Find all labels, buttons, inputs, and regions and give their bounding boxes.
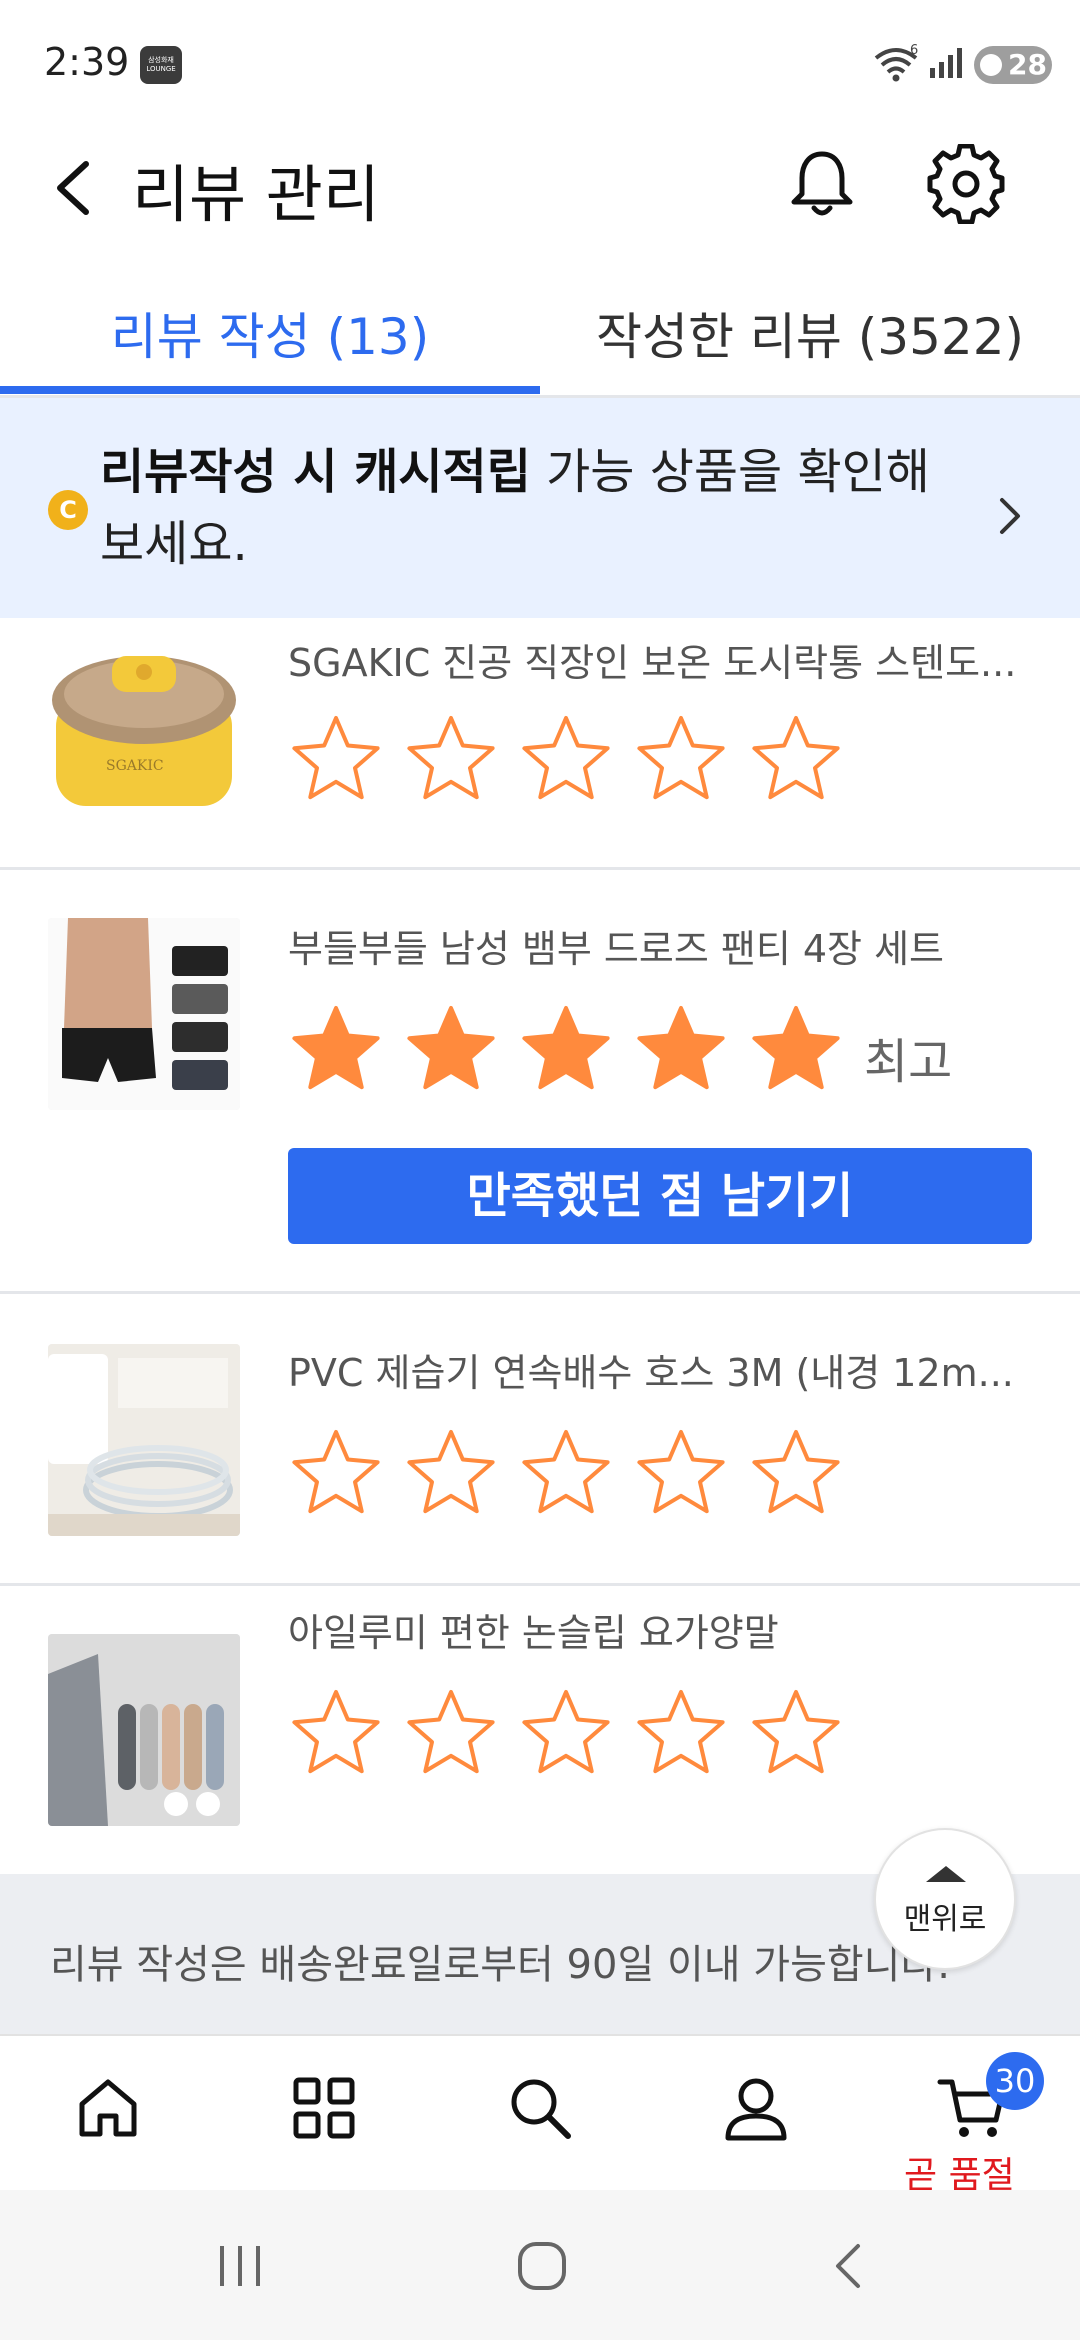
scroll-to-top-label: 맨위로 bbox=[903, 1902, 987, 1937]
settings-button[interactable] bbox=[926, 143, 1006, 225]
review-item: PVC 제습기 연속배수 호스 3M (내경 12m... bbox=[0, 1294, 1080, 1586]
svg-text:6: 6 bbox=[910, 44, 918, 58]
hose-image bbox=[48, 1344, 240, 1536]
lunchbox-image: SGAKIC bbox=[52, 656, 236, 806]
chevron-right-icon bbox=[1000, 498, 1020, 534]
star-icon[interactable] bbox=[401, 1684, 501, 1784]
rating-label: 최고 bbox=[864, 1034, 953, 1090]
nav-search-button[interactable] bbox=[432, 2036, 648, 2192]
power-saving-icon bbox=[980, 54, 1002, 76]
star-icon[interactable] bbox=[746, 1424, 846, 1524]
gear-icon bbox=[927, 143, 1005, 225]
star-icon[interactable] bbox=[286, 710, 386, 810]
star-icon[interactable] bbox=[746, 1000, 846, 1100]
chevron-left-icon bbox=[57, 161, 89, 215]
product-image[interactable] bbox=[48, 918, 240, 1110]
home-button[interactable] bbox=[514, 2238, 570, 2294]
star-icon[interactable] bbox=[631, 1424, 731, 1524]
notifications-button[interactable] bbox=[782, 144, 862, 224]
socks-image bbox=[48, 1634, 240, 1826]
cash-coin-icon: C bbox=[48, 490, 88, 530]
nav-category-button[interactable] bbox=[216, 2036, 432, 2192]
star-icon[interactable] bbox=[401, 1000, 501, 1100]
app-header: 리뷰 관리 bbox=[0, 120, 1080, 250]
star-rating bbox=[286, 710, 866, 810]
active-tab-indicator bbox=[0, 386, 540, 394]
arrow-up-icon bbox=[926, 1866, 966, 1882]
notice-text: 리뷰 작성은 배송완료일로부터 90일 이내 가능합니다. bbox=[50, 1942, 950, 1988]
underwear-image bbox=[48, 918, 240, 1110]
star-icon[interactable] bbox=[516, 1000, 616, 1100]
signal-icon bbox=[930, 48, 962, 78]
review-tabs: 리뷰 작성 (13) 작성한 리뷰 (3522) bbox=[0, 280, 1080, 398]
my-page-icon bbox=[725, 2078, 787, 2141]
star-icon[interactable] bbox=[401, 1424, 501, 1524]
scroll-to-top-button[interactable]: 맨위로 bbox=[874, 1828, 1016, 1970]
star-icon[interactable] bbox=[516, 710, 616, 810]
star-icon[interactable] bbox=[631, 710, 731, 810]
battery-level: 28 bbox=[1008, 48, 1047, 81]
product-image[interactable] bbox=[48, 1344, 240, 1536]
star-rating bbox=[286, 1684, 866, 1784]
review-item: SGAKIC SGAKIC 진공 직장인 보온 도시락통 스텐도... bbox=[0, 618, 1080, 870]
review-item: 부들부들 남성 뱀부 드로즈 팬티 4장 세트 최고 만족했던 점 남기기 bbox=[0, 870, 1080, 1294]
status-bar: 2:39 삼성화재 LOUNGE 6 28 bbox=[0, 0, 1080, 120]
product-name[interactable]: PVC 제습기 연속배수 호스 3M (내경 12m... bbox=[288, 1342, 1028, 1397]
star-icon[interactable] bbox=[746, 1684, 846, 1784]
star-icon[interactable] bbox=[516, 1684, 616, 1784]
star-icon[interactable] bbox=[516, 1424, 616, 1524]
wifi-icon: 6 bbox=[874, 44, 918, 82]
star-icon[interactable] bbox=[286, 1000, 386, 1100]
system-back-button[interactable] bbox=[822, 2238, 878, 2294]
nav-home-button[interactable] bbox=[0, 2036, 216, 2192]
star-icon[interactable] bbox=[286, 1684, 386, 1784]
star-icon[interactable] bbox=[401, 710, 501, 810]
product-name[interactable]: SGAKIC 진공 직장인 보온 도시락통 스텐도... bbox=[288, 632, 1028, 687]
star-icon[interactable] bbox=[746, 710, 846, 810]
product-name[interactable]: 아일루미 편한 논슬립 요가양말 bbox=[288, 1602, 1028, 1657]
banner-bold-text: 리뷰작성 시 캐시적립 bbox=[100, 444, 531, 500]
tab-written-reviews[interactable]: 작성한 리뷰 (3522) bbox=[540, 292, 1080, 382]
star-rating bbox=[286, 1000, 866, 1100]
star-icon[interactable] bbox=[631, 1684, 731, 1784]
product-image[interactable]: SGAKIC bbox=[48, 636, 240, 828]
product-image[interactable] bbox=[48, 1634, 240, 1826]
banner-text: 리뷰작성 시 캐시적립 가능 상품을 확인해보세요. bbox=[100, 436, 970, 580]
svg-text:SGAKIC: SGAKIC bbox=[106, 758, 164, 774]
tab-write-review[interactable]: 리뷰 작성 (13) bbox=[0, 292, 540, 382]
star-icon[interactable] bbox=[631, 1000, 731, 1100]
search-icon bbox=[511, 2079, 571, 2139]
lounge-app-badge: 삼성화재 LOUNGE bbox=[140, 46, 182, 84]
star-icon[interactable] bbox=[286, 1424, 386, 1524]
product-name[interactable]: 부들부들 남성 뱀부 드로즈 팬티 4장 세트 bbox=[288, 918, 1028, 973]
battery-indicator: 28 bbox=[974, 46, 1052, 84]
category-icon bbox=[293, 2077, 355, 2139]
bottom-navigation: 30 곧 품절 bbox=[0, 2034, 1080, 2196]
status-time: 2:39 bbox=[44, 40, 130, 84]
home-icon bbox=[79, 2079, 137, 2137]
cart-count-badge: 30 bbox=[986, 2052, 1044, 2110]
star-rating bbox=[286, 1424, 866, 1524]
leave-review-button[interactable]: 만족했던 점 남기기 bbox=[288, 1148, 1032, 1244]
bell-icon bbox=[791, 151, 853, 216]
cash-reward-banner[interactable]: C 리뷰작성 시 캐시적립 가능 상품을 확인해보세요. bbox=[0, 398, 1080, 618]
nav-my-page-button[interactable] bbox=[648, 2036, 864, 2192]
page-title: 리뷰 관리 bbox=[132, 158, 380, 231]
system-navigation-bar bbox=[0, 2190, 1080, 2340]
recent-apps-button[interactable] bbox=[212, 2238, 268, 2294]
back-button[interactable] bbox=[44, 152, 104, 222]
